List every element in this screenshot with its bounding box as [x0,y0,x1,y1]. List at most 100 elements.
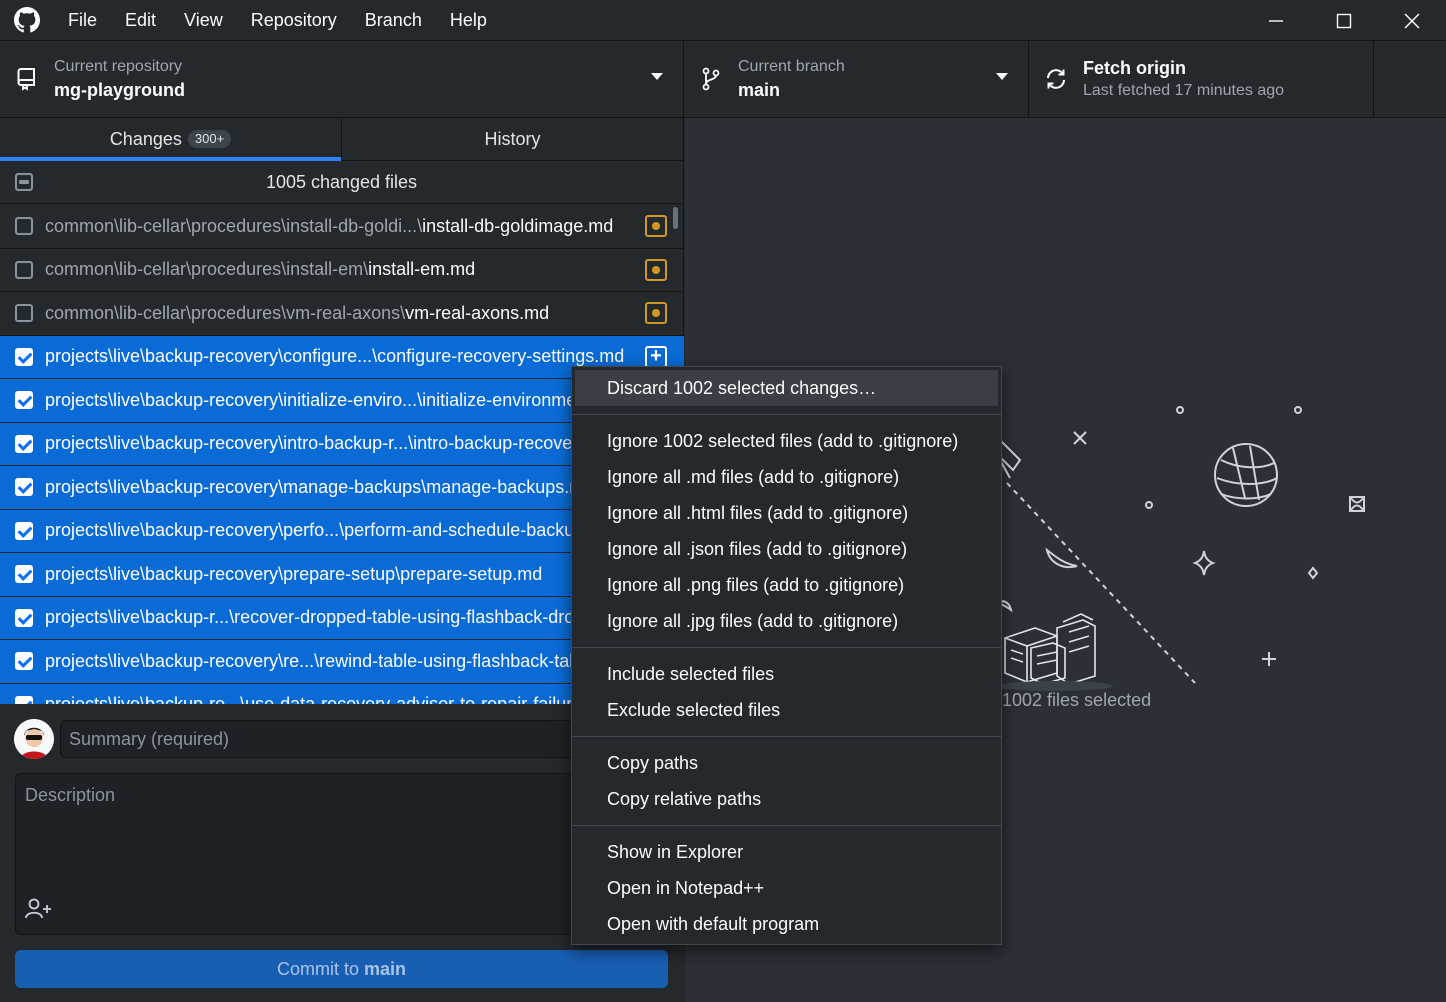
menu-help[interactable]: Help [436,0,501,41]
repository-selector[interactable]: Current repository mg-playground [0,41,684,117]
file-row[interactable]: common\lib-cellar\procedures\install-db-… [0,205,684,249]
tab-bar: Changes 300+ History [0,118,683,161]
context-menu-item[interactable]: Include selected files [572,656,1001,692]
context-menu-item[interactable]: Open in Notepad++ [572,870,1001,906]
context-menu-item[interactable]: Discard 1002 selected changes… [575,370,998,406]
file-modified-icon [645,302,667,325]
file-modified-icon [645,215,667,238]
add-coauthor-button[interactable] [24,897,54,926]
tab-changes[interactable]: Changes 300+ [0,118,341,161]
commit-button-prefix: Commit to [276,959,364,979]
menu-separator [572,414,1001,415]
context-menu: Discard 1002 selected changes… Ignore 100… [571,366,1002,945]
branch-selector[interactable]: Current branch main [684,41,1029,117]
file-checkbox[interactable] [15,608,33,627]
minimize-icon [1269,19,1283,22]
file-checkbox[interactable] [15,347,33,366]
menu-separator [572,647,1001,648]
menu-repository[interactable]: Repository [237,0,351,41]
commit-button-branch: main [364,959,407,979]
file-checkbox[interactable] [15,565,33,584]
context-menu-item[interactable]: Copy paths [572,745,1001,781]
title-bar: File Edit View Repository Branch Help [0,0,1446,41]
file-directory: projects\live\backup-recovery\intro-back… [45,433,414,454]
minimize-button[interactable] [1242,0,1310,41]
fetch-title: Fetch origin [1083,58,1186,78]
file-path: projects\live\backup-recovery\intro-back… [45,433,616,454]
toolbar: Current repository mg-playground Current… [0,41,1446,118]
menu-separator [572,736,1001,737]
context-menu-item[interactable]: Copy relative paths [572,781,1001,817]
fetch-origin-button[interactable]: Fetch origin Last fetched 17 minutes ago [1029,41,1374,117]
context-menu-item[interactable]: Ignore all .html files (add to .gitignor… [572,495,1001,531]
menu-edit[interactable]: Edit [111,0,170,41]
file-directory: projects\live\backup-recovery\perfo...\ [45,520,345,541]
branch-icon [684,67,738,91]
context-menu-item[interactable]: Open with default program [572,906,1001,942]
file-row[interactable]: common\lib-cellar\procedures\install-em\… [0,249,684,292]
changes-count-badge: 300+ [187,130,232,148]
file-directory: common\lib-cellar\procedures\install-db-… [45,215,423,236]
branch-name: main [738,80,781,100]
context-menu-item[interactable]: Exclude selected files [572,692,1001,728]
close-window-button[interactable] [1378,0,1446,41]
description-placeholder: Description [25,785,116,805]
file-checkbox[interactable] [15,391,33,410]
maximize-button[interactable] [1310,0,1378,41]
menu-branch[interactable]: Branch [351,0,436,41]
close-icon [1404,12,1420,29]
context-menu-item[interactable]: Ignore all .png files (add to .gitignore… [572,567,1001,603]
menu-view[interactable]: View [170,0,237,41]
file-name: configure-recovery-settings.md [377,346,625,367]
file-path: projects\live\backup-r...\recover-droppe… [45,607,614,628]
file-checkbox[interactable] [15,652,33,671]
file-directory: projects\live\backup-recovery\configure.… [45,346,378,367]
context-menu-item[interactable]: Ignore all .json files (add to .gitignor… [572,531,1001,567]
maximize-icon [1336,13,1352,28]
file-row[interactable]: common\lib-cellar\procedures\vm-real-axo… [0,292,684,336]
changes-header: 1005 changed files [0,161,683,204]
file-added-icon: + [645,345,667,368]
file-name: manage-backups.md [426,476,595,497]
sync-icon [1029,67,1083,91]
repo-icon [0,67,54,91]
file-checkbox[interactable] [15,521,33,540]
file-checkbox[interactable] [15,478,33,497]
fetch-subtitle: Last fetched 17 minutes ago [1083,82,1285,99]
file-directory: projects\live\backup-recovery\prepare-se… [45,563,401,584]
file-name: recover-dropped-table-using-flashback-dr… [234,607,615,628]
menu-file[interactable]: File [54,0,111,41]
file-name: install-em.md [368,259,476,280]
file-path: common\lib-cellar\procedures\install-em\… [45,259,475,280]
avatar [14,719,54,759]
github-logo-icon [0,0,54,41]
file-path: projects\live\backup-recovery\re...\rewi… [45,651,623,672]
context-menu-item[interactable]: Ignore all .md files (add to .gitignore) [572,459,1001,495]
file-checkbox[interactable] [15,304,33,323]
file-modified-icon [645,258,667,281]
branch-label: Current branch [738,58,845,75]
file-directory: projects\live\backup-recovery\initialize… [45,389,423,410]
file-directory: projects\live\backup-recovery\re...\ [45,650,320,671]
chevron-down-icon [996,73,1008,80]
select-all-checkbox[interactable] [15,173,33,191]
file-path: projects\live\backup-recovery\perfo...\p… [45,520,623,541]
file-checkbox[interactable] [15,434,33,453]
file-checkbox[interactable] [15,260,33,279]
file-directory: projects\live\backup-recovery\manage-bac… [45,476,427,497]
file-path: projects\live\backup-recovery\initialize… [45,390,621,411]
file-name: install-db-goldimage.md [422,215,614,236]
file-checkbox[interactable] [15,217,33,236]
changed-files-count: 1005 changed files [265,171,418,192]
file-directory: common\lib-cellar\procedures\vm-real-axo… [45,302,406,323]
tab-changes-label: Changes [109,129,182,149]
files-selected-label: 1002 files selected [1002,690,1152,710]
tab-history[interactable]: History [341,118,683,160]
file-path: projects\live\backup-recovery\manage-bac… [45,477,594,498]
context-menu-item[interactable]: Ignore 1002 selected files (add to .giti… [572,423,1001,459]
window-controls [1242,0,1446,41]
repo-name: mg-playground [54,80,185,100]
context-menu-item[interactable]: Show in Explorer [572,834,1001,870]
context-menu-item[interactable]: Ignore all .jpg files (add to .gitignore… [572,603,1001,639]
commit-button[interactable]: Commit to main [15,950,668,988]
